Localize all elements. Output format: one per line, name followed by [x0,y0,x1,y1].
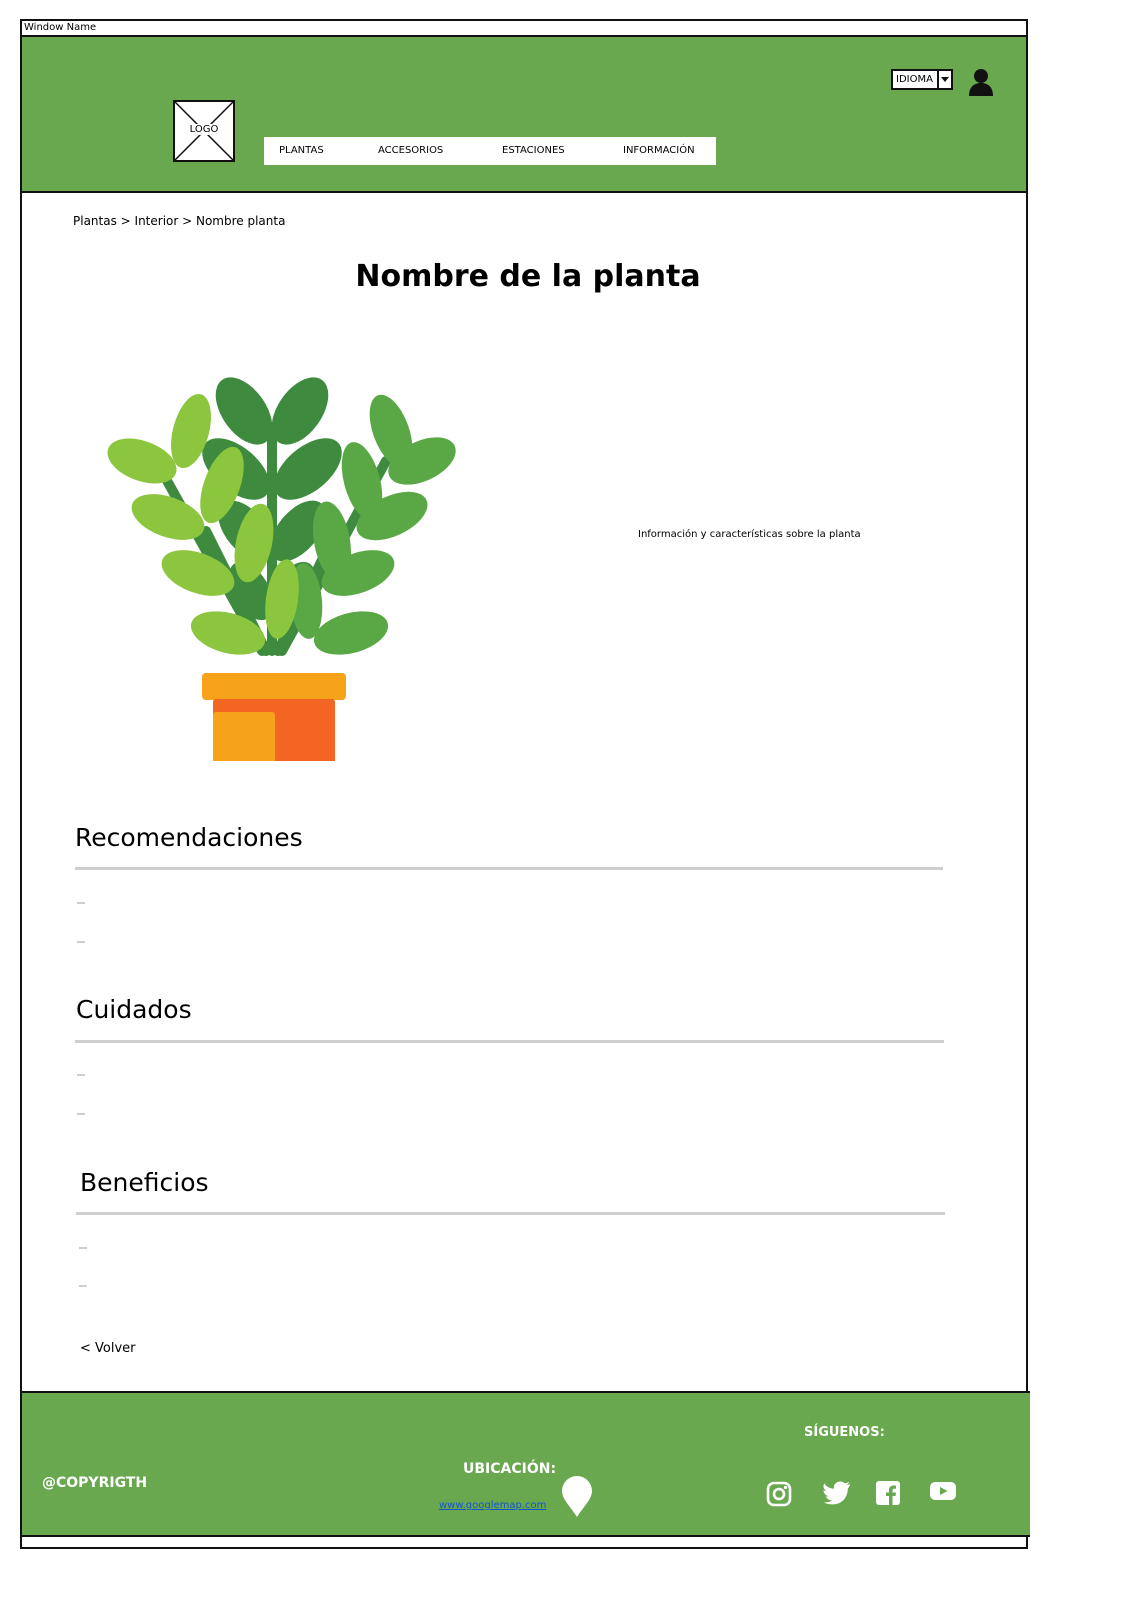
language-select-value: IDIOMA [896,74,933,85]
map-link[interactable]: www.googlemap.com [439,1500,546,1511]
user-icon[interactable] [967,67,995,97]
section-title-cuidados: Cuidados [76,995,192,1024]
nav-item-informacion[interactable]: INFORMACIÓN [623,145,695,156]
list-item [77,941,85,943]
location-label: UBICACIÓN: [463,1461,557,1477]
app-window: Window Name LOGO PLANTAS ACCESORIOS ESTA… [20,19,1030,1549]
section-divider [75,1040,944,1043]
nav-item-estaciones[interactable]: ESTACIONES [502,145,565,156]
plant-info-text: Información y características sobre la p… [638,529,861,540]
facebook-icon[interactable] [876,1481,900,1505]
chevron-down-icon [937,71,951,88]
plant-leaves-mid [289,394,456,655]
section-divider [76,1212,945,1215]
language-select[interactable]: IDIOMA [891,69,953,90]
list-item [79,1247,87,1249]
map-pin-icon[interactable] [560,1476,594,1518]
twitter-icon[interactable] [823,1481,851,1505]
list-item [77,1113,85,1115]
back-link[interactable]: < Volver [80,1341,136,1356]
logo-placeholder[interactable]: LOGO [173,100,235,162]
list-item [79,1285,87,1287]
section-title-recomendaciones: Recomendaciones [75,823,303,852]
site-footer: @COPYRIGTH UBICACIÓN: www.googlemap.com … [22,1391,1030,1537]
page-title: Nombre de la planta [355,259,701,294]
plant-pot [202,673,346,761]
list-item [77,1074,85,1076]
follow-label: SÍGUENOS: [804,1425,885,1440]
copyright-text: @COPYRIGTH [42,1475,148,1491]
section-title-beneficios: Beneficios [80,1168,209,1197]
instagram-icon[interactable] [766,1481,792,1507]
plant-image [107,377,456,761]
breadcrumb[interactable]: Plantas > Interior > Nombre planta [73,214,285,228]
main-nav: PLANTAS ACCESORIOS ESTACIONES INFORMACIÓ… [264,137,716,165]
section-divider [75,867,943,870]
site-header: LOGO PLANTAS ACCESORIOS ESTACIONES INFOR… [22,37,1026,193]
list-item [77,902,85,904]
logo-label: LOGO [186,124,222,135]
window-title: Window Name [22,21,1026,37]
nav-item-accesorios[interactable]: ACCESORIOS [378,145,443,156]
youtube-icon[interactable] [930,1481,956,1501]
nav-item-plantas[interactable]: PLANTAS [279,145,324,156]
